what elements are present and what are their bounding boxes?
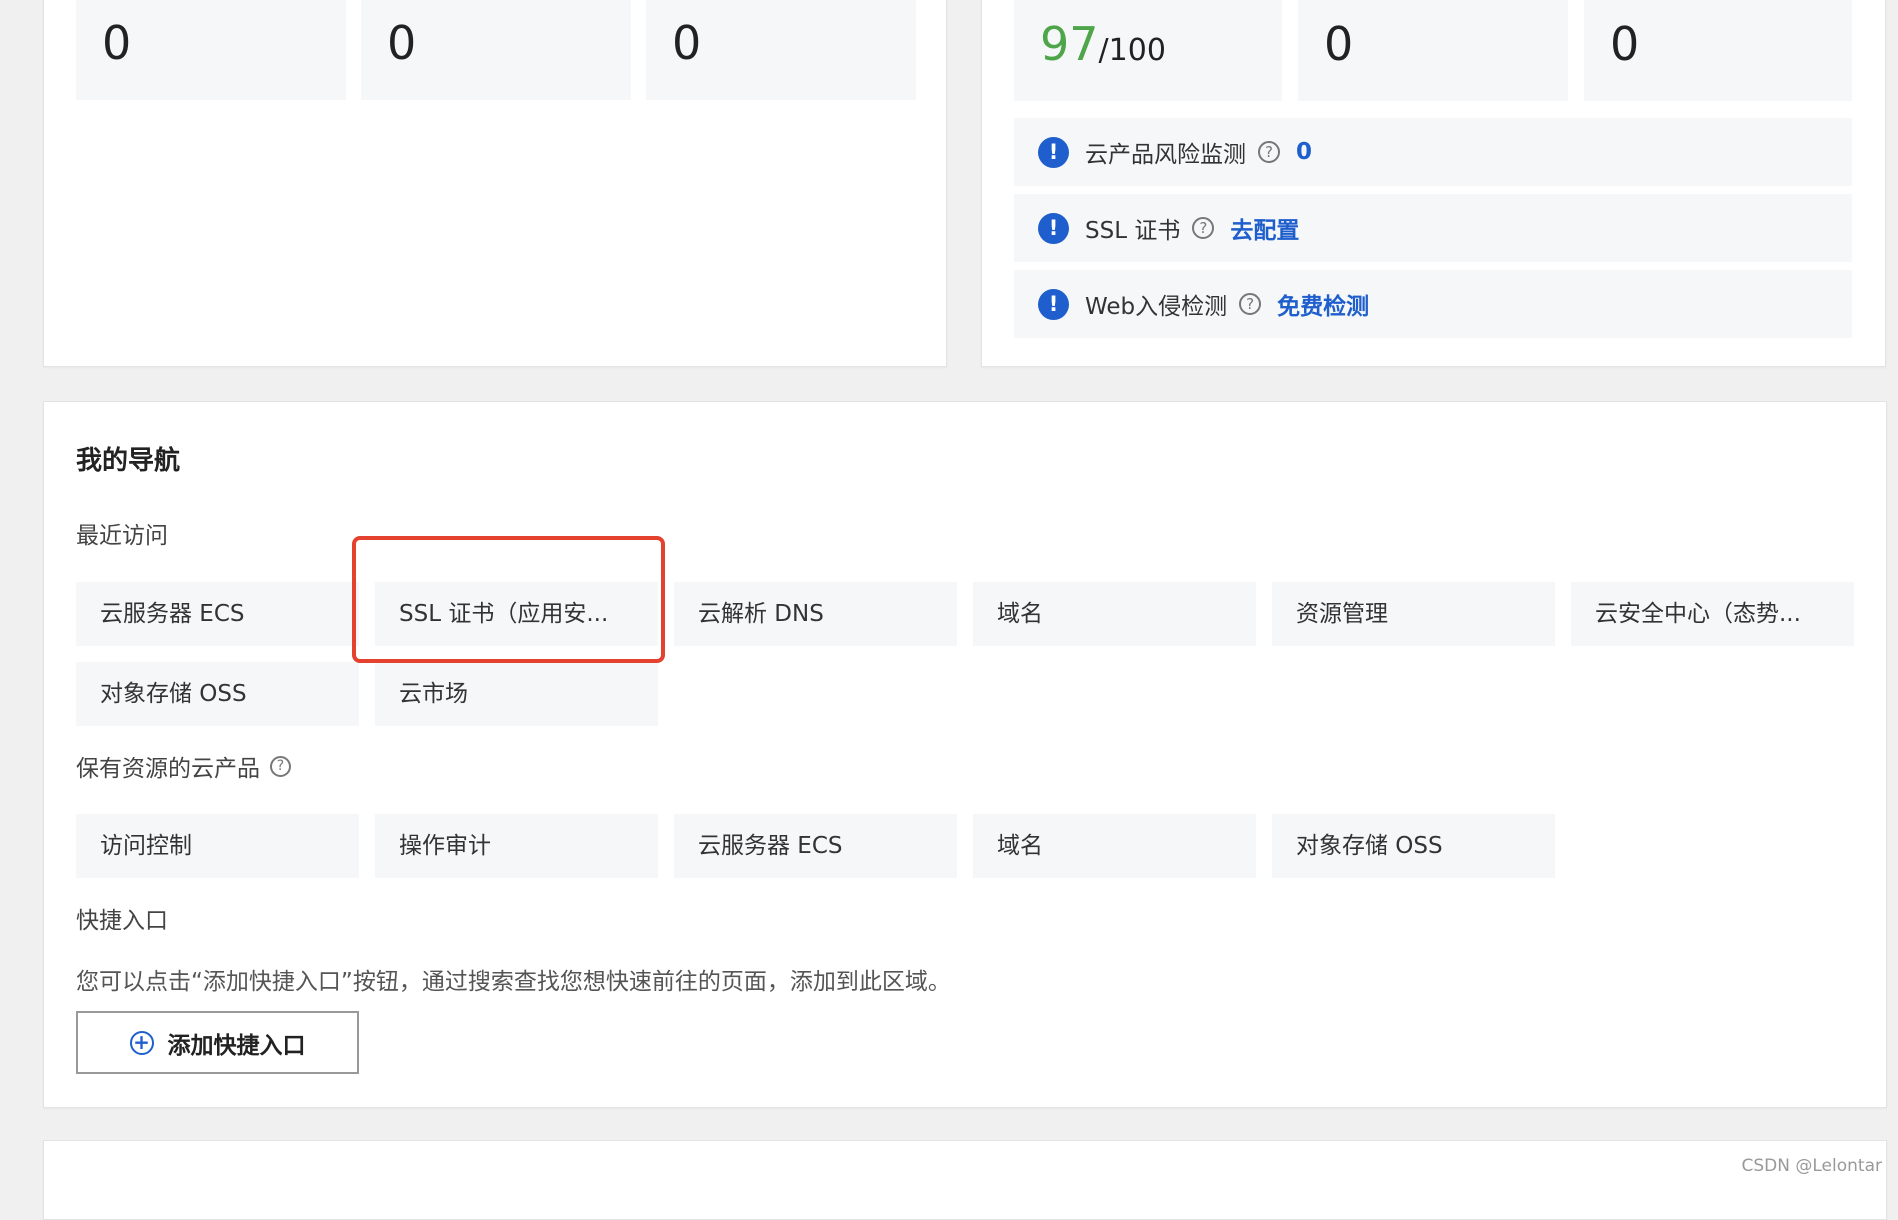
score-value: 97 — [1040, 17, 1099, 71]
nav-item-owned[interactable]: 访问控制 — [76, 814, 359, 878]
stat-value: 0 — [672, 16, 702, 70]
free-check-link[interactable]: 免费检测 — [1277, 287, 1369, 321]
add-shortcut-label: 添加快捷入口 — [167, 1032, 306, 1059]
question-circle-icon[interactable]: ? — [1192, 217, 1215, 239]
stat-tile[interactable]: 0 — [646, 0, 916, 100]
resource-overview-card — [43, 1140, 1887, 1220]
risk-row-cloud-product: ! 云产品风险监测 ? 0 — [1014, 118, 1852, 186]
risk-count-link[interactable]: 0 — [1296, 139, 1312, 165]
add-shortcut-button[interactable]: + 添加快捷入口 — [76, 1011, 359, 1074]
plus-circle-icon: + — [129, 1030, 154, 1055]
nav-item-owned[interactable]: 操作审计 — [375, 814, 658, 878]
stat-tile[interactable]: 0 — [361, 0, 631, 100]
stat-value: 0 — [102, 16, 132, 70]
shortcuts-label: 快捷入口 — [76, 908, 168, 934]
nav-item-owned[interactable]: 云服务器 ECS — [674, 814, 957, 878]
question-circle-icon[interactable]: ? — [270, 755, 291, 777]
watermark: CSDN @Lelontar — [1741, 1156, 1882, 1176]
nav-item-recent[interactable]: 云服务器 ECS — [76, 582, 359, 646]
card-title: 我的导航 — [76, 446, 181, 476]
nav-item-owned[interactable]: 域名 — [973, 814, 1256, 878]
stat-value: 0 — [387, 16, 417, 70]
exclamation-circle-icon: ! — [1038, 136, 1069, 168]
stat-value: 0 — [1610, 17, 1640, 71]
risk-label: 云产品风险监测 — [1085, 142, 1246, 168]
score-suffix: /100 — [1098, 33, 1166, 68]
nav-item-recent[interactable]: 云安全中心（态势... — [1571, 582, 1854, 646]
highlight-annotation-box — [352, 536, 665, 663]
stat-tile[interactable]: 0 — [1298, 0, 1568, 101]
risk-row-ssl: ! SSL 证书 ? 去配置 — [1014, 194, 1852, 262]
my-navigation-card: 我的导航 最近访问 云服务器 ECS SSL 证书（应用安... 云解析 DNS… — [43, 401, 1887, 1108]
recent-visits-label: 最近访问 — [76, 523, 168, 549]
question-circle-icon[interactable]: ? — [1239, 293, 1262, 315]
security-score: 97/100 — [1040, 16, 1166, 79]
overview-card-left: 0 0 0 — [43, 0, 947, 367]
nav-item-recent[interactable]: 域名 — [973, 582, 1256, 646]
nav-item-recent[interactable]: 云市场 — [375, 662, 658, 726]
exclamation-circle-icon: ! — [1038, 212, 1069, 244]
owned-products-label: 保有资源的云产品 ? — [76, 749, 291, 783]
question-circle-icon[interactable]: ? — [1258, 141, 1280, 163]
risk-label: Web入侵检测 — [1085, 294, 1228, 320]
nav-item-recent[interactable]: 云解析 DNS — [674, 582, 957, 646]
nav-item-recent[interactable]: 资源管理 — [1272, 582, 1555, 646]
risk-row-web-intrusion: ! Web入侵检测 ? 免费检测 — [1014, 270, 1852, 338]
configure-link[interactable]: 去配置 — [1230, 211, 1299, 245]
stat-tile[interactable]: 0 — [1584, 0, 1852, 101]
risk-label: SSL 证书 — [1085, 218, 1181, 244]
nav-item-owned[interactable]: 对象存储 OSS — [1272, 814, 1555, 878]
exclamation-circle-icon: ! — [1038, 288, 1069, 320]
shortcuts-description: 您可以点击“添加快捷入口”按钮，通过搜索查找您想快速前往的页面，添加到此区域。 — [76, 969, 951, 995]
security-score-tile[interactable]: 97/100 — [1014, 0, 1282, 101]
stat-value: 0 — [1324, 17, 1354, 71]
stat-tile[interactable]: 0 — [76, 0, 346, 100]
nav-item-recent[interactable]: 对象存储 OSS — [76, 662, 359, 726]
owned-products-text: 保有资源的云产品 — [76, 756, 260, 782]
